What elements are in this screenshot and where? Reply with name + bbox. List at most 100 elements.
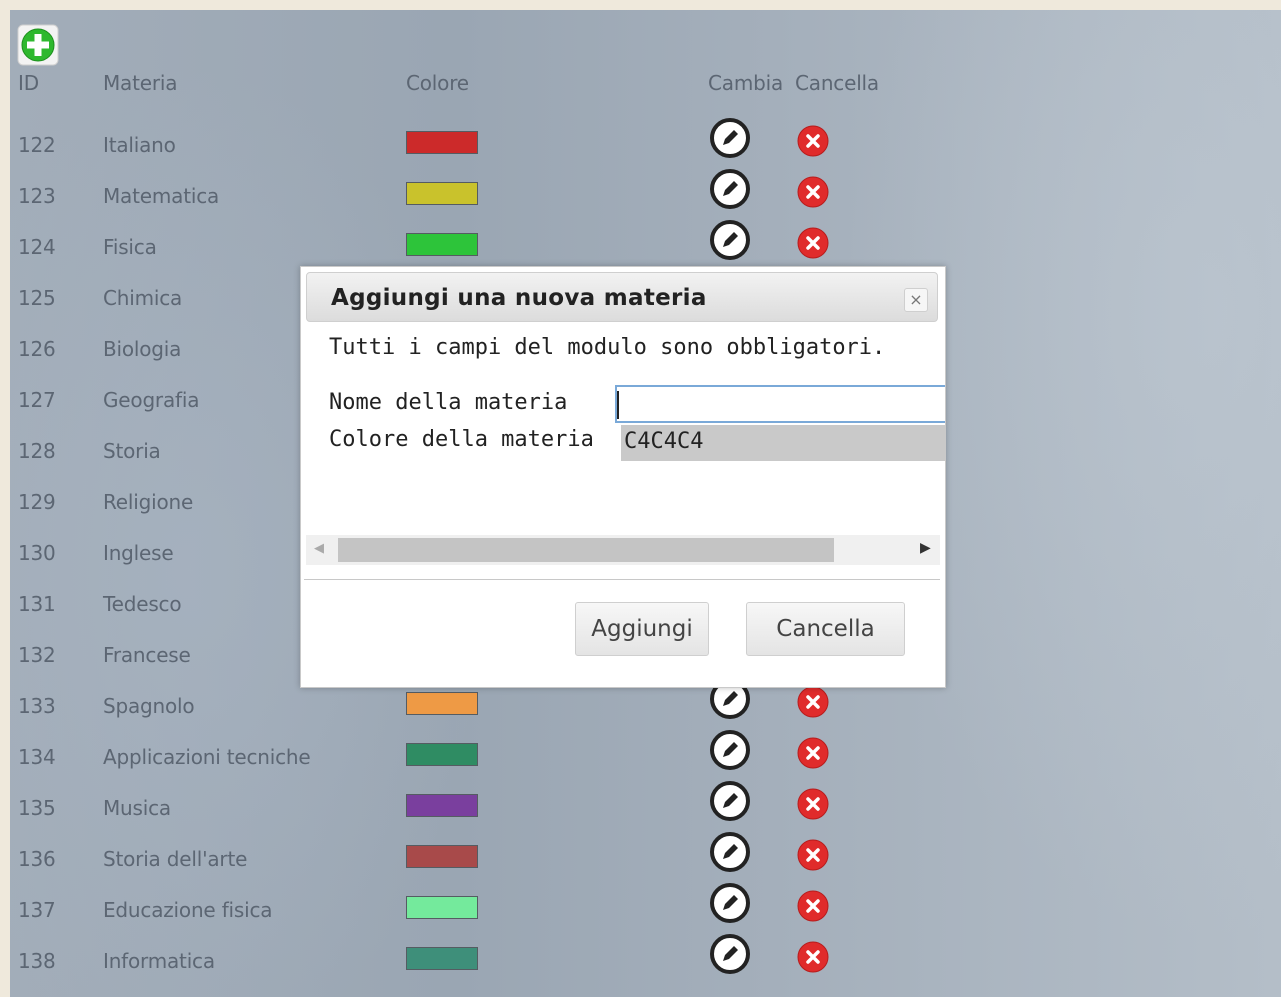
page-background: ID Materia Colore Cambia Cancella 122 Ita… (10, 10, 1281, 997)
subject-name: Religione (103, 490, 194, 514)
add-subject-button[interactable] (17, 24, 59, 66)
column-header-id: ID (18, 71, 39, 95)
subject-name: Fisica (103, 235, 157, 259)
dialog-instructions: Tutti i campi del modulo sono obbligator… (329, 335, 886, 360)
table-row: 136 Storia dell'arte (10, 832, 1010, 890)
subject-name: Musica (103, 796, 171, 820)
x-circle-icon (797, 941, 829, 973)
subject-id: 133 (18, 694, 56, 718)
subject-id: 132 (18, 643, 56, 667)
color-swatch (406, 692, 478, 715)
x-circle-icon (797, 788, 829, 820)
delete-button[interactable] (796, 940, 830, 974)
pencil-circle-icon (710, 118, 750, 158)
subject-name: Spagnolo (103, 694, 195, 718)
edit-button[interactable] (709, 831, 751, 873)
delete-button[interactable] (796, 226, 830, 260)
subject-name: Tedesco (103, 592, 182, 616)
table-row: 137 Educazione fisica (10, 883, 1010, 941)
color-swatch (406, 182, 478, 205)
subject-name-input[interactable] (615, 385, 945, 423)
column-header-subject: Materia (103, 71, 178, 95)
x-circle-icon (797, 686, 829, 718)
edit-button[interactable] (709, 729, 751, 771)
subject-id: 130 (18, 541, 56, 565)
color-swatch (406, 743, 478, 766)
edit-button[interactable] (709, 219, 751, 261)
subject-id: 127 (18, 388, 56, 412)
subject-id: 124 (18, 235, 56, 259)
dialog-titlebar[interactable]: Aggiungi una nuova materia × (306, 272, 938, 322)
subject-id: 128 (18, 439, 56, 463)
edit-button[interactable] (709, 933, 751, 975)
table-row: 138 Informatica (10, 934, 1010, 992)
edit-button[interactable] (709, 882, 751, 924)
color-field-label: Colore della materia (329, 427, 594, 452)
subject-name: Matematica (103, 184, 220, 208)
subject-id: 129 (18, 490, 56, 514)
delete-button[interactable] (796, 736, 830, 770)
delete-button[interactable] (796, 889, 830, 923)
table-row: 122 Italiano (10, 118, 1010, 176)
pencil-circle-icon (710, 730, 750, 770)
delete-button[interactable] (796, 685, 830, 719)
subject-id: 122 (18, 133, 56, 157)
column-header-edit: Cambia (708, 71, 784, 95)
scroll-right-arrow-icon[interactable]: ▶ (920, 540, 931, 556)
x-circle-icon (797, 890, 829, 922)
add-button[interactable]: Aggiungi (575, 602, 709, 656)
color-swatch (406, 845, 478, 868)
x-circle-icon (797, 227, 829, 259)
x-circle-icon (797, 125, 829, 157)
color-swatch (406, 794, 478, 817)
delete-button[interactable] (796, 787, 830, 821)
subject-name: Inglese (103, 541, 174, 565)
edit-button[interactable] (709, 168, 751, 210)
table-row: 133 Spagnolo (10, 679, 1010, 737)
pencil-circle-icon (710, 220, 750, 260)
close-icon: × (909, 290, 923, 309)
subject-name: Storia (103, 439, 161, 463)
subject-color-input[interactable]: C4C4C4 (621, 425, 945, 461)
pencil-circle-icon (710, 832, 750, 872)
edit-button[interactable] (709, 117, 751, 159)
scroll-left-arrow-icon[interactable]: ◀ (314, 541, 324, 556)
text-caret (617, 391, 619, 419)
color-swatch (406, 233, 478, 256)
x-circle-icon (797, 737, 829, 769)
horizontal-scrollbar[interactable]: ◀ ▶ (306, 535, 940, 565)
pencil-circle-icon (710, 169, 750, 209)
delete-button[interactable] (796, 124, 830, 158)
subject-name: Applicazioni tecniche (103, 745, 311, 769)
subject-id: 135 (18, 796, 56, 820)
delete-button[interactable] (796, 838, 830, 872)
subject-name: Geografia (103, 388, 200, 412)
name-field-label: Nome della materia (329, 390, 568, 415)
cancel-button[interactable]: Cancella (746, 602, 905, 656)
close-dialog-button[interactable]: × (904, 288, 928, 312)
x-circle-icon (797, 839, 829, 871)
color-swatch (406, 896, 478, 919)
subject-id: 138 (18, 949, 56, 973)
column-header-color: Colore (406, 71, 469, 95)
subject-name: Italiano (103, 133, 176, 157)
subject-id: 126 (18, 337, 56, 361)
subject-name: Storia dell'arte (103, 847, 248, 871)
subject-name: Francese (103, 643, 191, 667)
x-circle-icon (797, 176, 829, 208)
dialog-title: Aggiungi una nuova materia (331, 285, 707, 311)
dialog-divider (304, 579, 940, 580)
subject-id: 137 (18, 898, 56, 922)
pencil-circle-icon (710, 781, 750, 821)
delete-button[interactable] (796, 175, 830, 209)
subject-id: 123 (18, 184, 56, 208)
scrollbar-thumb[interactable] (338, 538, 834, 562)
subject-id: 131 (18, 592, 56, 616)
table-row: 134 Applicazioni tecniche (10, 730, 1010, 788)
subject-id: 125 (18, 286, 56, 310)
edit-button[interactable] (709, 780, 751, 822)
plus-circle-icon (21, 28, 55, 62)
subject-id: 134 (18, 745, 56, 769)
pencil-circle-icon (710, 883, 750, 923)
table-row: 135 Musica (10, 781, 1010, 839)
